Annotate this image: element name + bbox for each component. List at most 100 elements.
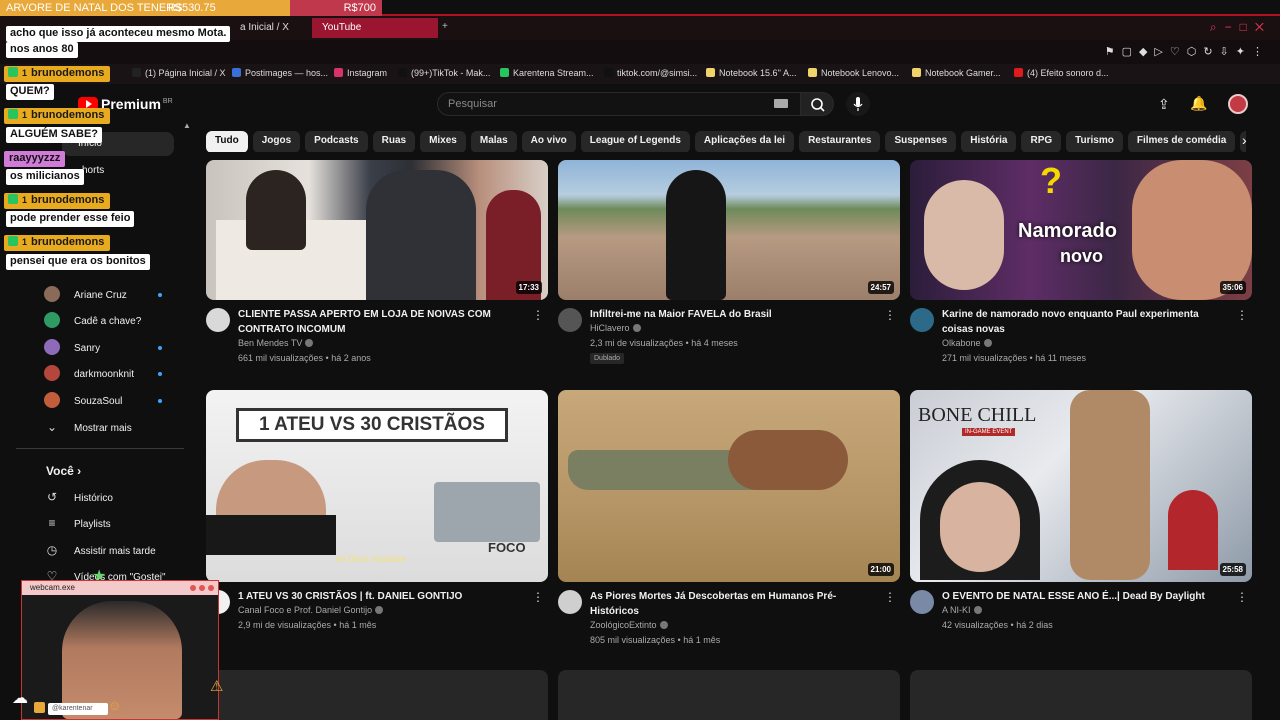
bookmark-item[interactable]: Karentena Stream...: [500, 68, 594, 78]
more-options-icon[interactable]: ⋮: [532, 308, 544, 322]
video-title[interactable]: 1 ATEU VS 30 CRISTÃOS | ft. DANIEL GONTI…: [238, 589, 528, 604]
sidebar-subscription[interactable]: Sanry: [44, 339, 162, 363]
chip-12[interactable]: RPG: [1021, 131, 1062, 152]
bookmark-item[interactable]: tiktok.com/@simsi...: [604, 68, 697, 78]
chip-5[interactable]: Malas: [470, 131, 517, 152]
channel-avatar[interactable]: [206, 308, 230, 332]
chip-11[interactable]: História: [961, 131, 1017, 152]
sub-months: 1: [22, 110, 28, 120]
mic-button[interactable]: [846, 92, 870, 116]
keyboard-icon[interactable]: [774, 99, 788, 108]
sidebar-item-label: Playlists: [74, 519, 111, 530]
more-options-icon[interactable]: ⋮: [884, 590, 896, 604]
more-options-icon[interactable]: ⋮: [1236, 308, 1248, 322]
chevron-right-icon[interactable]: ›: [1242, 132, 1247, 148]
chip-1[interactable]: Jogos: [252, 131, 301, 152]
sidebar-section-you[interactable]: Você ›: [46, 464, 81, 478]
bell-icon[interactable]: 🔔: [1190, 95, 1207, 112]
chip-2[interactable]: Podcasts: [305, 131, 368, 152]
channel-name-text: Canal Foco e Prof. Daniel Gontijo: [238, 605, 373, 615]
video-card[interactable]: 21:00 As Piores Mortes Já Descobertas em …: [558, 390, 900, 645]
video-card[interactable]: BONE CHILL IN-GAME EVENT 25:58 O EVENTO DE …: [910, 390, 1252, 630]
new-tab-button[interactable]: +: [440, 18, 454, 38]
sidebar-item-you[interactable]: ◷ Assistir mais tarde: [44, 543, 156, 567]
bookmark-item[interactable]: Notebook 15.6'' A...: [706, 68, 797, 78]
sidebar-subscription[interactable]: darkmoonknit: [44, 365, 162, 389]
bookmark-item[interactable]: (99+)TikTok - Mak...: [398, 68, 490, 78]
video-title[interactable]: CLIENTE PASSA APERTO EM LOJA DE NOIVAS C…: [238, 307, 528, 337]
video-card[interactable]: 1 ATEU VS 30 CRISTÃOS se Deus existisse FO…: [206, 390, 548, 630]
channel-name[interactable]: Olkabone: [942, 338, 992, 348]
sidebar-item-you[interactable]: ≡ Playlists: [44, 516, 111, 540]
chip-6[interactable]: Ao vivo: [521, 131, 576, 152]
chip-14[interactable]: Filmes de comédia: [1127, 131, 1236, 152]
sidebar-item-you[interactable]: ↺ Histórico: [44, 490, 113, 514]
bookmark-item[interactable]: Notebook Gamer...: [912, 68, 1001, 78]
verified-check-icon: [983, 339, 992, 347]
video-thumbnail[interactable]: 17:33: [206, 160, 548, 300]
tab-x[interactable]: a Inicial / X: [230, 18, 310, 38]
scroll-up-icon[interactable]: ▲: [183, 121, 191, 130]
bookmark-item[interactable]: (4) Efeito sonoro d...: [1014, 68, 1109, 78]
search-input[interactable]: Pesquisar: [437, 92, 801, 116]
window-controls[interactable]: ⌕−□✕: [1210, 20, 1272, 35]
channel-name[interactable]: Canal Foco e Prof. Daniel Gontijo: [238, 605, 384, 615]
upload-icon[interactable]: ⇪: [1158, 96, 1170, 113]
channel-avatar[interactable]: [910, 308, 934, 332]
sidebar-subscription[interactable]: Cadê a chave?: [44, 312, 141, 336]
chip-7[interactable]: League of Legends: [580, 131, 690, 152]
video-duration: 21:00: [867, 563, 894, 576]
sidebar-item-shorts[interactable]: horts: [82, 165, 104, 176]
chip-10[interactable]: Suspenses: [885, 131, 957, 152]
search-button[interactable]: [800, 92, 834, 116]
bookmark-label: Notebook Lenovo...: [821, 68, 900, 78]
new-content-dot: [158, 372, 162, 376]
chip-3[interactable]: Ruas: [372, 131, 416, 152]
account-avatar[interactable]: [1228, 94, 1248, 114]
bookmark-item[interactable]: Notebook Lenovo...: [808, 68, 899, 78]
bookmark-item[interactable]: (1) Página Inicial / X: [132, 68, 226, 78]
chip-9[interactable]: Restaurantes: [799, 131, 881, 152]
video-thumbnail[interactable]: ? Namorado novo 35:06: [910, 160, 1252, 300]
webcam-window-controls[interactable]: [187, 584, 214, 593]
channel-avatar[interactable]: [558, 590, 582, 614]
video-title[interactable]: Karine de namorado novo enquanto Paul ex…: [942, 307, 1232, 337]
channel-avatar[interactable]: [558, 308, 582, 332]
video-thumbnail[interactable]: 21:00: [558, 390, 900, 582]
video-title[interactable]: As Piores Mortes Já Descobertas em Human…: [590, 589, 880, 619]
bookmark-label: (1) Página Inicial / X: [145, 68, 226, 78]
chip-4[interactable]: Mixes: [420, 131, 466, 152]
bookmark-item[interactable]: Postimages — hos...: [232, 68, 328, 78]
sidebar-subscription[interactable]: SouzaSoul: [44, 392, 162, 416]
more-options-icon[interactable]: ⋮: [532, 590, 544, 604]
bookmark-item[interactable]: Instagram: [334, 68, 387, 78]
channel-name[interactable]: HiClavero: [590, 323, 641, 333]
channel-avatar[interactable]: [910, 590, 934, 614]
video-thumbnail[interactable]: BONE CHILL IN-GAME EVENT 25:58: [910, 390, 1252, 582]
video-card[interactable]: 24:57 Infiltrei-me na Maior FAVELA do Bra…: [558, 160, 900, 380]
bookmark-favicon-icon: [808, 68, 817, 77]
video-card[interactable]: 17:33 CLIENTE PASSA APERTO EM LOJA DE NOI…: [206, 160, 548, 380]
more-options-icon[interactable]: ⋮: [884, 308, 896, 322]
video-thumbnail[interactable]: 1 ATEU VS 30 CRISTÃOS se Deus existisse FO…: [206, 390, 548, 582]
video-thumbnail[interactable]: 24:57: [558, 160, 900, 300]
video-card-placeholder: [558, 670, 900, 720]
bookmark-favicon-icon: [334, 68, 343, 77]
sidebar-subscription[interactable]: Ariane Cruz: [44, 286, 162, 310]
subscription-name: Ariane Cruz: [74, 290, 127, 301]
video-card-placeholder: [206, 670, 548, 720]
channel-name[interactable]: Ben Mendes TV: [238, 338, 314, 348]
channel-name[interactable]: ZoológicoExtinto: [590, 620, 668, 630]
video-title[interactable]: O EVENTO DE NATAL ESSE ANO É...| Dead By…: [942, 589, 1232, 604]
chip-0[interactable]: Tudo: [206, 131, 248, 152]
chip-8[interactable]: Aplicações da lei: [694, 131, 795, 152]
more-options-icon[interactable]: ⋮: [1236, 590, 1248, 604]
video-card[interactable]: ? Namorado novo 35:06 Karine de namorado nov…: [910, 160, 1252, 380]
chip-13[interactable]: Turismo: [1066, 131, 1123, 152]
browser-toolbar-icons[interactable]: ⚑▢◆▷♡⬡↻⇩✦⋮: [1105, 45, 1270, 58]
tab-youtube[interactable]: YouTube: [312, 18, 438, 38]
webcam-titlebar[interactable]: webcam.exe: [22, 581, 218, 595]
channel-name[interactable]: A NI-KI: [942, 605, 982, 615]
show-more-button[interactable]: ⌄ Mostrar mais: [44, 420, 132, 444]
video-title[interactable]: Infiltrei-me na Maior FAVELA do Brasil: [590, 307, 880, 322]
